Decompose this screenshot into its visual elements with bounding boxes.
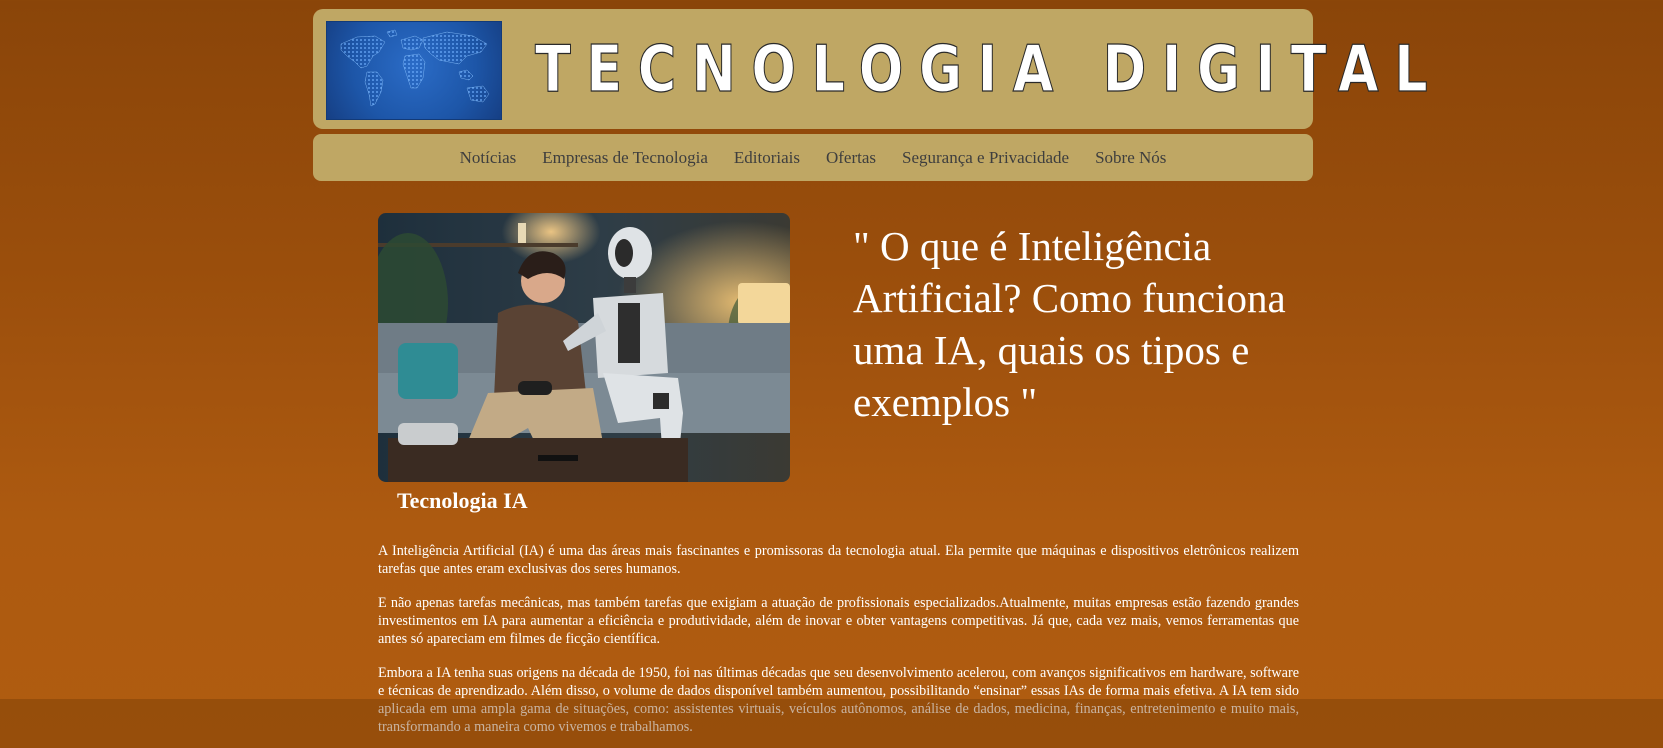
nav-item-empresas-de-tecnologia[interactable]: Empresas de Tecnologia <box>542 148 708 168</box>
article-paragraph: E não apenas tarefas mecânicas, mas tamb… <box>378 595 1299 647</box>
main-nav: Notícias Empresas de Tecnologia Editoria… <box>313 134 1313 181</box>
article-paragraph: A Inteligência Artificial (IA) é uma das… <box>378 543 1299 577</box>
site-header: TECNOLOGIA DIGITAL <box>313 9 1444 129</box>
nav-item-noticias[interactable]: Notícias <box>460 148 517 168</box>
article-title: " O que é Inteligência Artificial? Como … <box>853 223 1286 425</box>
hero-image <box>378 213 790 482</box>
article-body: A Inteligência Artificial (IA) é uma das… <box>378 542 1299 748</box>
nav-item-seguranca-e-privacidade[interactable]: Segurança e Privacidade <box>902 148 1069 168</box>
hero-caption: Tecnologia IA <box>397 488 528 513</box>
article-paragraph: Embora a IA tenha suas origens na década… <box>378 665 1299 735</box>
site-title: TECNOLOGIA DIGITAL <box>535 33 1444 107</box>
nav-item-ofertas[interactable]: Ofertas <box>826 148 876 168</box>
nav-item-editoriais[interactable]: Editoriais <box>734 148 800 168</box>
nav-item-sobre-nos[interactable]: Sobre Nós <box>1095 148 1166 168</box>
world-map-icon <box>326 21 502 120</box>
